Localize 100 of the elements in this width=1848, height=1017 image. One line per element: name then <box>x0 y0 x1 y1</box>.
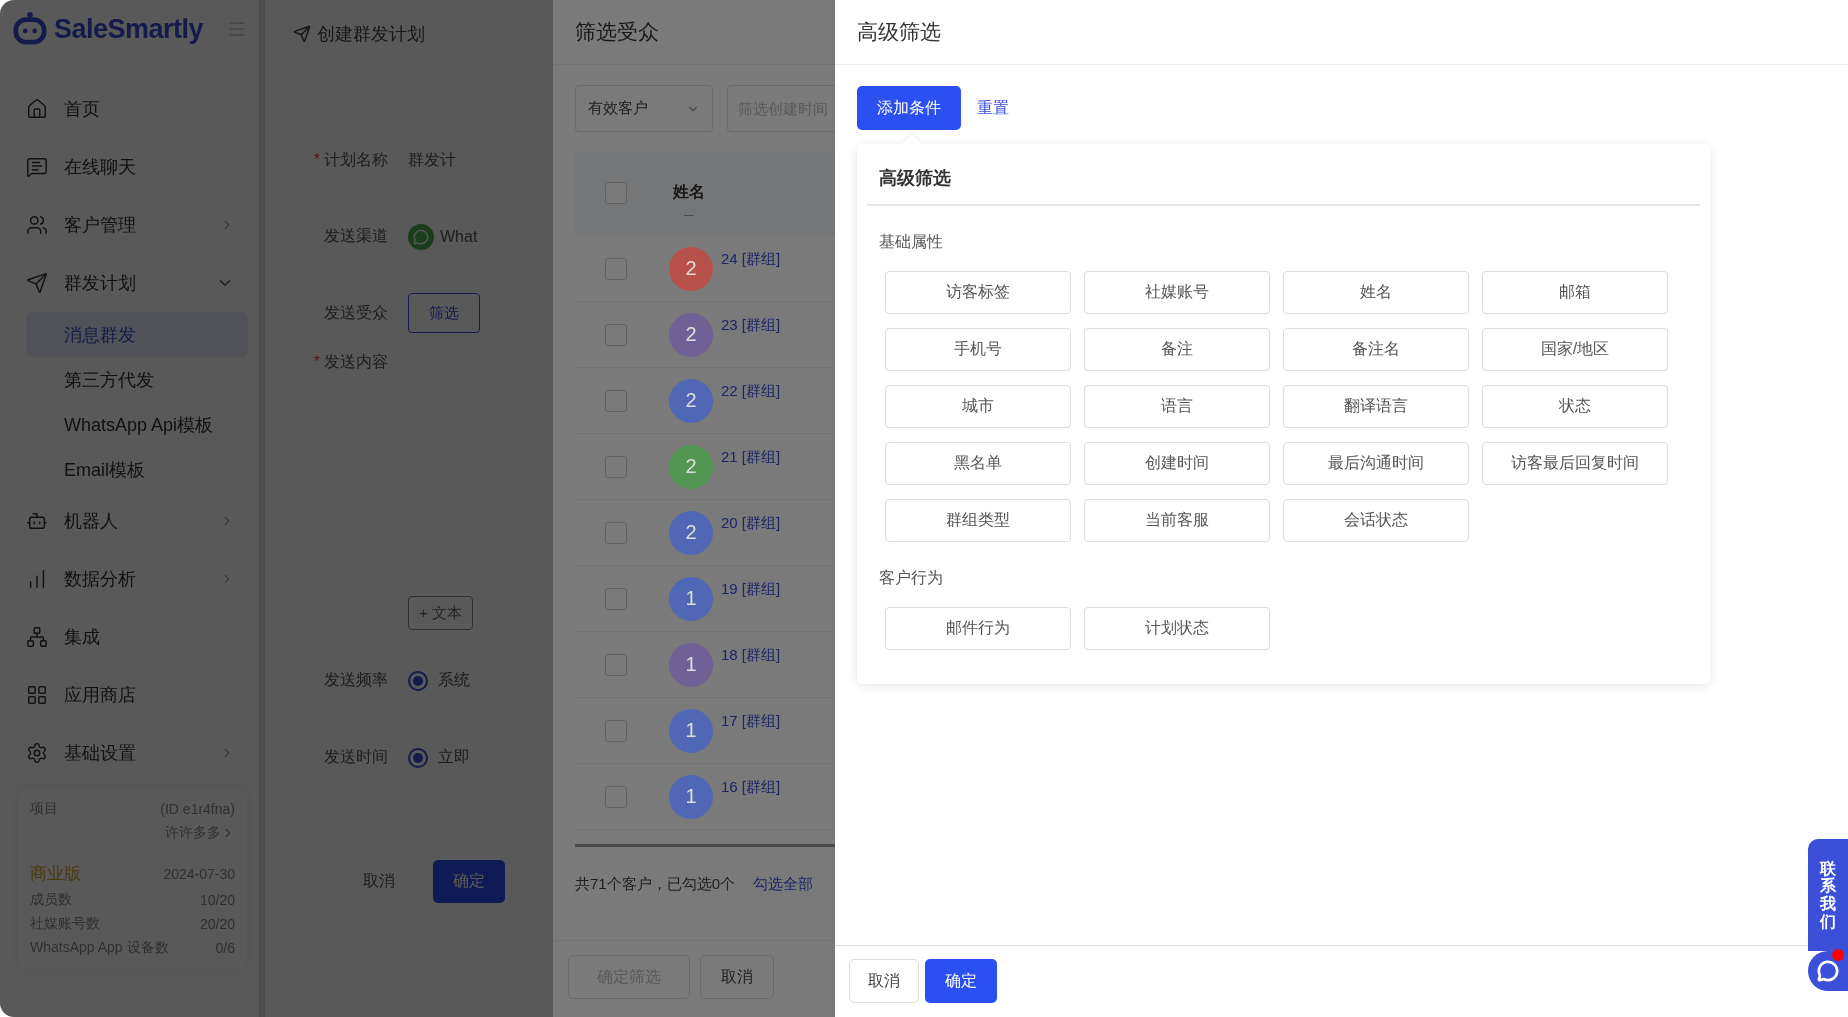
required-mark: * <box>313 353 320 370</box>
sidebar-item[interactable]: 应用商店 <box>26 666 248 724</box>
sidebar-subitem[interactable]: 消息群发 <box>26 312 248 357</box>
checkbox[interactable] <box>605 785 627 808</box>
avatar: 2 <box>669 246 713 291</box>
checkbox[interactable] <box>605 257 627 280</box>
filter-option[interactable]: 城市 <box>885 385 1071 428</box>
checkbox[interactable] <box>605 587 627 610</box>
filter-option[interactable]: 国家/地区 <box>1482 328 1668 371</box>
sidebar-item[interactable]: 客户管理 <box>26 196 248 254</box>
checkbox[interactable] <box>605 719 627 742</box>
robot-logo-icon <box>12 10 48 48</box>
filter-option[interactable]: 邮件行为 <box>885 607 1071 650</box>
filter-option[interactable]: 姓名 <box>1283 271 1469 314</box>
cancel-button[interactable]: 取消 <box>363 863 395 900</box>
radio-button[interactable] <box>408 670 428 691</box>
checkbox[interactable] <box>605 653 627 676</box>
customer-name-link[interactable]: 18 [群组] <box>721 646 781 665</box>
grid-icon <box>26 684 48 706</box>
customer-select[interactable]: 有效客户 <box>575 85 713 132</box>
checkbox[interactable] <box>605 323 627 346</box>
select-all-link[interactable]: 勾选全部 <box>753 875 814 894</box>
checkbox[interactable] <box>605 182 627 204</box>
customer-name-link[interactable]: 22 [群组] <box>721 382 781 401</box>
filter-option[interactable]: 当前客服 <box>1084 499 1270 542</box>
whatsapp-icon <box>408 223 434 250</box>
reset-link[interactable]: 重置 <box>977 97 1009 119</box>
sidebar-subitem[interactable]: 第三方代发 <box>26 357 248 402</box>
chat-icon <box>1817 960 1839 982</box>
send-icon <box>26 272 48 294</box>
filter-option[interactable]: 访客最后回复时间 <box>1482 442 1668 485</box>
network-icon <box>26 626 48 648</box>
sidebar-item[interactable]: 机器人 <box>26 492 248 550</box>
plan-name-value: 群发计 <box>408 150 456 170</box>
add-condition-button[interactable]: 添加条件 <box>857 86 961 130</box>
filter-option[interactable]: 语言 <box>1084 385 1270 428</box>
filter-option[interactable]: 状态 <box>1482 385 1668 428</box>
customer-name-link[interactable]: 16 [群组] <box>721 778 781 797</box>
sidebar-item[interactable]: 集成 <box>26 608 248 666</box>
field-label: 发送时间 <box>324 748 388 765</box>
customer-name-link[interactable]: 20 [群组] <box>721 514 781 533</box>
group-title: 客户行为 <box>878 568 944 588</box>
customer-name-link[interactable]: 19 [群组] <box>721 580 781 599</box>
sidebar-item[interactable]: 基础设置 <box>26 724 248 782</box>
dash: — <box>684 209 694 220</box>
radio-button[interactable] <box>408 747 428 768</box>
filter-option[interactable]: 邮箱 <box>1482 271 1668 314</box>
filter-button[interactable]: 筛选 <box>408 293 480 333</box>
filter-option[interactable]: 备注名 <box>1283 328 1469 371</box>
radio-label: 立即 <box>438 747 470 767</box>
confirm-button[interactable]: 确定 <box>433 860 505 903</box>
checkbox[interactable] <box>605 455 627 478</box>
sidebar-item[interactable]: 数据分析 <box>26 550 248 608</box>
sidebar-subitem[interactable]: WhatsApp Api模板 <box>26 402 248 447</box>
customer-name-link[interactable]: 23 [群组] <box>721 316 781 335</box>
channel-name: What <box>440 227 478 246</box>
avatar: 2 <box>669 510 713 555</box>
filter-option[interactable]: 会话状态 <box>1283 499 1469 542</box>
field-label: 发送频率 <box>324 671 388 688</box>
sidebar-subitem[interactable]: Email模板 <box>26 447 248 492</box>
filter-option[interactable]: 翻译语言 <box>1283 385 1469 428</box>
home-icon <box>26 98 48 120</box>
sidebar-item[interactable]: 群发计划 <box>26 254 248 312</box>
sidebar-item[interactable]: 在线聊天 <box>26 138 248 196</box>
avatar: 2 <box>669 444 713 489</box>
filter-option[interactable]: 黑名单 <box>885 442 1071 485</box>
chat-bubble-button[interactable] <box>1808 951 1848 991</box>
filter-option[interactable]: 备注 <box>1084 328 1270 371</box>
confirm-button[interactable]: 确定 <box>925 959 997 1003</box>
sidebar-item[interactable]: 首页 <box>26 80 248 138</box>
cancel-button[interactable]: 取消 <box>700 955 774 999</box>
checkbox[interactable] <box>605 521 627 544</box>
contact-us-tab[interactable]: 联系我们 <box>1808 839 1848 951</box>
filter-option[interactable]: 访客标签 <box>885 271 1071 314</box>
filter-option[interactable]: 创建时间 <box>1084 442 1270 485</box>
filter-option[interactable]: 最后沟通时间 <box>1283 442 1469 485</box>
filter-option[interactable]: 计划状态 <box>1084 607 1270 650</box>
filter-option[interactable]: 群组类型 <box>885 499 1071 542</box>
field-label: 计划名称 <box>324 151 388 168</box>
settings-icon <box>26 742 48 764</box>
filter-option[interactable]: 社媒账号 <box>1084 271 1270 314</box>
send-icon <box>293 25 311 43</box>
group-title: 基础属性 <box>878 232 944 252</box>
field-label: 发送内容 <box>324 353 388 370</box>
drawer-title: 高级筛选 <box>835 0 1848 65</box>
customer-name-link[interactable]: 17 [群组] <box>721 712 781 731</box>
checkbox[interactable] <box>605 389 627 412</box>
brand-name: SaleSmartly <box>53 13 203 45</box>
avatar: 1 <box>669 774 713 819</box>
filter-option[interactable]: 手机号 <box>885 328 1071 371</box>
field-label: 发送渠道 <box>324 227 388 244</box>
users-icon <box>26 214 48 236</box>
popover-title: 高级筛选 <box>867 154 1700 206</box>
cancel-button[interactable]: 取消 <box>849 959 919 1003</box>
field-label: 发送受众 <box>324 303 388 321</box>
customer-name-link[interactable]: 24 [群组] <box>721 250 781 269</box>
customer-name-link[interactable]: 21 [群组] <box>721 448 781 467</box>
page-title: 创建群发计划 <box>317 23 425 46</box>
column-header: 姓名 <box>673 182 705 202</box>
select-value: 有效客户 <box>588 99 648 118</box>
